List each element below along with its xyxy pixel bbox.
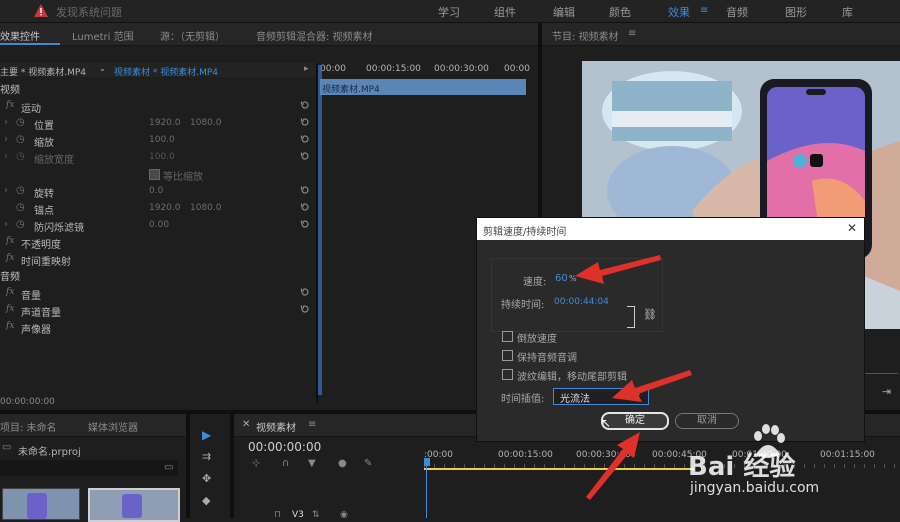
arrow-interpolation bbox=[612, 370, 692, 402]
watermark-brand: Bai 经验 bbox=[688, 452, 796, 482]
arrow-ok bbox=[586, 432, 640, 500]
watermark: Bai 经验 jingyan.baidu.com bbox=[688, 422, 894, 502]
watermark-url: jingyan.baidu.com bbox=[690, 480, 820, 496]
arrow-speed bbox=[575, 255, 661, 284]
